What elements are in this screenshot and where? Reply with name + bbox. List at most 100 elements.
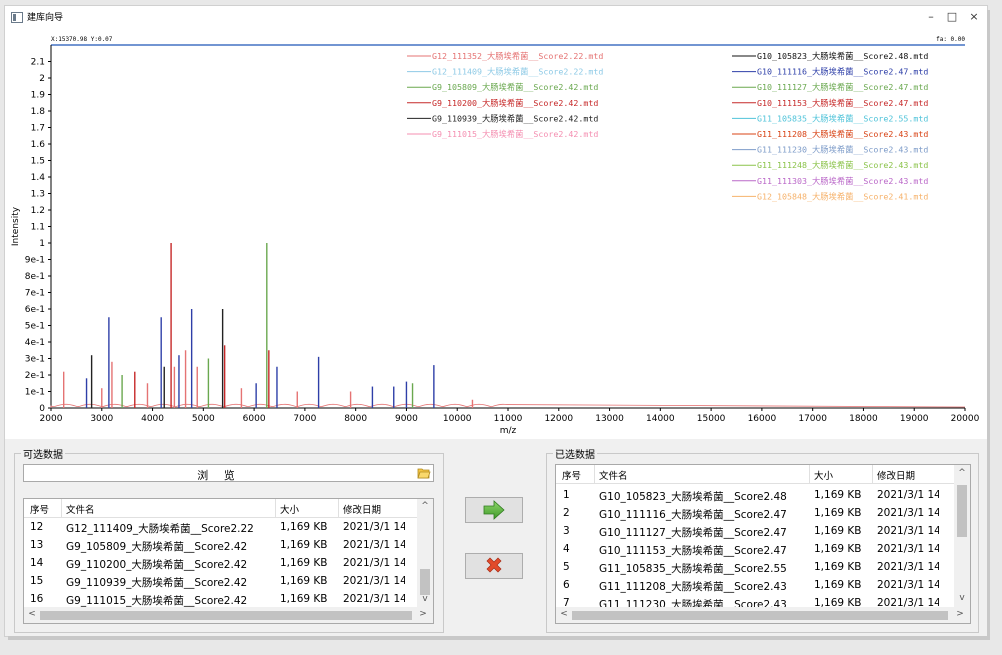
vertical-scrollbar[interactable]: ^ v — [417, 499, 433, 607]
y-tick-label: 7e-1 — [25, 289, 45, 299]
browse-label: 浏 览 — [197, 469, 241, 482]
header-name[interactable]: 文件名 — [599, 468, 628, 482]
maximize-button[interactable]: □ — [944, 10, 960, 24]
right-arrow-icon — [483, 500, 505, 520]
legend-entry: G12_105848_大肠埃希菌__Score2.41.mtd — [757, 191, 928, 201]
cell-size: 1,169 KB — [814, 543, 862, 555]
x-tick-label: 9000 — [395, 414, 418, 424]
cursor-readout: X:15370.98 Y:0.07 — [51, 36, 113, 43]
baseline-trace — [50, 403, 966, 408]
table-row[interactable]: 1 G10_105823_大肠埃希菌__Score2.48 1,169 KB 2021… — [556, 486, 970, 504]
cell-idx: 3 — [563, 525, 570, 537]
y-tick-label: 1.9 — [31, 91, 46, 101]
horizontal-scrollbar[interactable]: < > — [556, 607, 970, 623]
cell-idx: 13 — [30, 539, 44, 551]
close-button[interactable]: × — [966, 10, 982, 24]
x-tick-label: 10000 — [443, 414, 472, 424]
column-divider[interactable] — [594, 465, 595, 483]
spectrum-chart[interactable]: X:15370.98 Y:0.07 fa: 0.00 0 1e-1 2e-1 3e-1 4e… — [5, 28, 987, 439]
table-row[interactable]: 5 G11_105835_大肠埃希菌__Score2.55 1,169 KB 2021… — [556, 558, 970, 576]
y-tick-label: 1e-1 — [25, 388, 45, 398]
header-date[interactable]: 修改日期 — [343, 502, 381, 516]
header-idx[interactable]: 序号 — [562, 468, 581, 482]
scroll-down-arrow[interactable]: v — [954, 593, 970, 603]
cell-idx: 14 — [30, 557, 44, 569]
scroll-up-arrow[interactable]: ^ — [954, 468, 970, 478]
header-size[interactable]: 大小 — [280, 502, 299, 516]
add-selected-button[interactable] — [465, 497, 523, 523]
scroll-thumb[interactable] — [572, 611, 948, 620]
scroll-left-arrow[interactable]: < — [24, 609, 40, 619]
cell-date: 2021/3/1 14:... — [343, 575, 405, 587]
spectrum-plot[interactable]: X:15370.98 Y:0.07 fa: 0.00 0 1e-1 2e-1 3e-1 4e… — [5, 28, 987, 439]
column-divider[interactable] — [61, 499, 62, 517]
minimize-button[interactable]: – — [923, 10, 939, 24]
table-row[interactable]: 16 G9_111015_大肠埃希菌__Score2.42 1,169 KB 2021… — [24, 590, 433, 608]
header-size[interactable]: 大小 — [814, 468, 833, 482]
scroll-right-arrow[interactable]: > — [415, 609, 431, 619]
selected-data-table[interactable]: 序号 文件名 大小 修改日期 1 G10_105823_大肠埃希菌__Score2… — [555, 464, 971, 624]
scroll-up-arrow[interactable]: ^ — [417, 501, 433, 511]
cell-name: G10_111153_大肠埃希菌__Score2.47 — [599, 545, 787, 557]
header-date[interactable]: 修改日期 — [877, 468, 915, 482]
cell-idx: 4 — [563, 543, 570, 555]
scroll-left-arrow[interactable]: < — [556, 609, 572, 619]
y-tick-label: 1.2 — [31, 206, 45, 216]
selected-data-title: 已选数据 — [553, 446, 597, 461]
cell-idx: 15 — [30, 575, 44, 587]
scroll-thumb[interactable] — [420, 569, 430, 595]
legend-entry: G11_111230_大肠埃希菌__Score2.43.mtd — [757, 145, 928, 155]
table-row[interactable]: 14 G9_110200_大肠埃希菌__Score2.42 1,169 KB 2021… — [24, 554, 433, 572]
table-row[interactable]: 2 G10_111116_大肠埃希菌__Score2.47 1,169 KB 2021… — [556, 504, 970, 522]
available-data-table[interactable]: 序号 文件名 大小 修改日期 12 G12_111409_大肠埃希菌__Score… — [23, 498, 434, 624]
y-tick-label: 9e-1 — [25, 256, 45, 266]
y-tick-label: 1.8 — [31, 107, 46, 117]
table-row[interactable]: 3 G10_111127_大肠埃希菌__Score2.47 1,169 KB 2021… — [556, 522, 970, 540]
legend-entry: G11_111303_大肠埃希菌__Score2.43.mtd — [757, 176, 928, 186]
table-row[interactable]: 12 G12_111409_大肠埃希菌__Score2.22 1,169 KB 202… — [24, 518, 433, 536]
remove-selected-button[interactable] — [465, 553, 523, 579]
x-tick-label: 3000 — [90, 414, 113, 424]
red-x-icon — [486, 557, 502, 573]
x-tick-label: 14000 — [646, 414, 675, 424]
header-idx[interactable]: 序号 — [30, 502, 49, 516]
column-divider[interactable] — [809, 465, 810, 483]
table-row[interactable]: 13 G9_105809_大肠埃希菌__Score2.42 1,169 KB 2021… — [24, 536, 433, 554]
table-row[interactable]: 6 G11_111208_大肠埃希菌__Score2.43 1,169 KB 2021… — [556, 576, 970, 594]
x-tick-label: 18000 — [849, 414, 878, 424]
header-name[interactable]: 文件名 — [66, 502, 95, 516]
vertical-scrollbar[interactable]: ^ v — [954, 465, 970, 607]
folder-open-icon[interactable] — [417, 466, 431, 480]
cell-size: 1,169 KB — [280, 521, 328, 533]
cell-name: G9_110200_大肠埃希菌__Score2.42 — [66, 559, 248, 571]
cell-date: 2021/3/1 14:... — [343, 557, 405, 569]
cell-date: 2021/3/1 14:... — [877, 507, 939, 519]
scroll-right-arrow[interactable]: > — [952, 609, 968, 619]
cell-size: 1,169 KB — [814, 561, 862, 573]
cell-size: 1,169 KB — [280, 557, 328, 569]
cell-name: G9_110939_大肠埃希菌__Score2.42 — [66, 577, 248, 589]
legend-entry: G9_105809_大肠埃希菌__Score2.42.mtd — [432, 82, 598, 92]
horizontal-scrollbar[interactable]: < > — [24, 607, 433, 623]
x-tick-label: 16000 — [748, 414, 777, 424]
cell-name: G11_111208_大肠埃希菌__Score2.43 — [599, 581, 787, 593]
browse-field[interactable]: 浏 览 — [23, 464, 434, 482]
legend-entry: G9_110939_大肠埃希菌__Score2.42.mtd — [432, 113, 598, 123]
cell-name: G9_111015_大肠埃希菌__Score2.42 — [66, 595, 248, 607]
column-divider[interactable] — [872, 465, 873, 483]
scroll-thumb[interactable] — [957, 485, 967, 537]
cell-name: G10_111127_大肠埃希菌__Score2.47 — [599, 527, 787, 539]
column-divider[interactable] — [338, 499, 339, 517]
scroll-thumb[interactable] — [40, 611, 412, 620]
table-row[interactable]: 15 G9_110939_大肠埃希菌__Score2.42 1,169 KB 2021… — [24, 572, 433, 590]
column-divider[interactable] — [275, 499, 276, 517]
table-row[interactable]: 4 G10_111153_大肠埃希菌__Score2.47 1,169 KB 2021… — [556, 540, 970, 558]
legend-entry: G11_105835_大肠埃希菌__Score2.55.mtd — [757, 113, 928, 123]
x-tick-label: 6000 — [243, 414, 266, 424]
scroll-down-arrow[interactable]: v — [417, 594, 433, 604]
y-tick-label: 1.1 — [31, 223, 45, 233]
cell-size: 1,169 KB — [814, 579, 862, 591]
y-tick-label: 1.7 — [31, 124, 45, 134]
legend-entry: G11_111208_大肠埃希菌__Score2.43.mtd — [757, 129, 928, 139]
cell-date: 2021/3/1 14:... — [877, 489, 939, 501]
